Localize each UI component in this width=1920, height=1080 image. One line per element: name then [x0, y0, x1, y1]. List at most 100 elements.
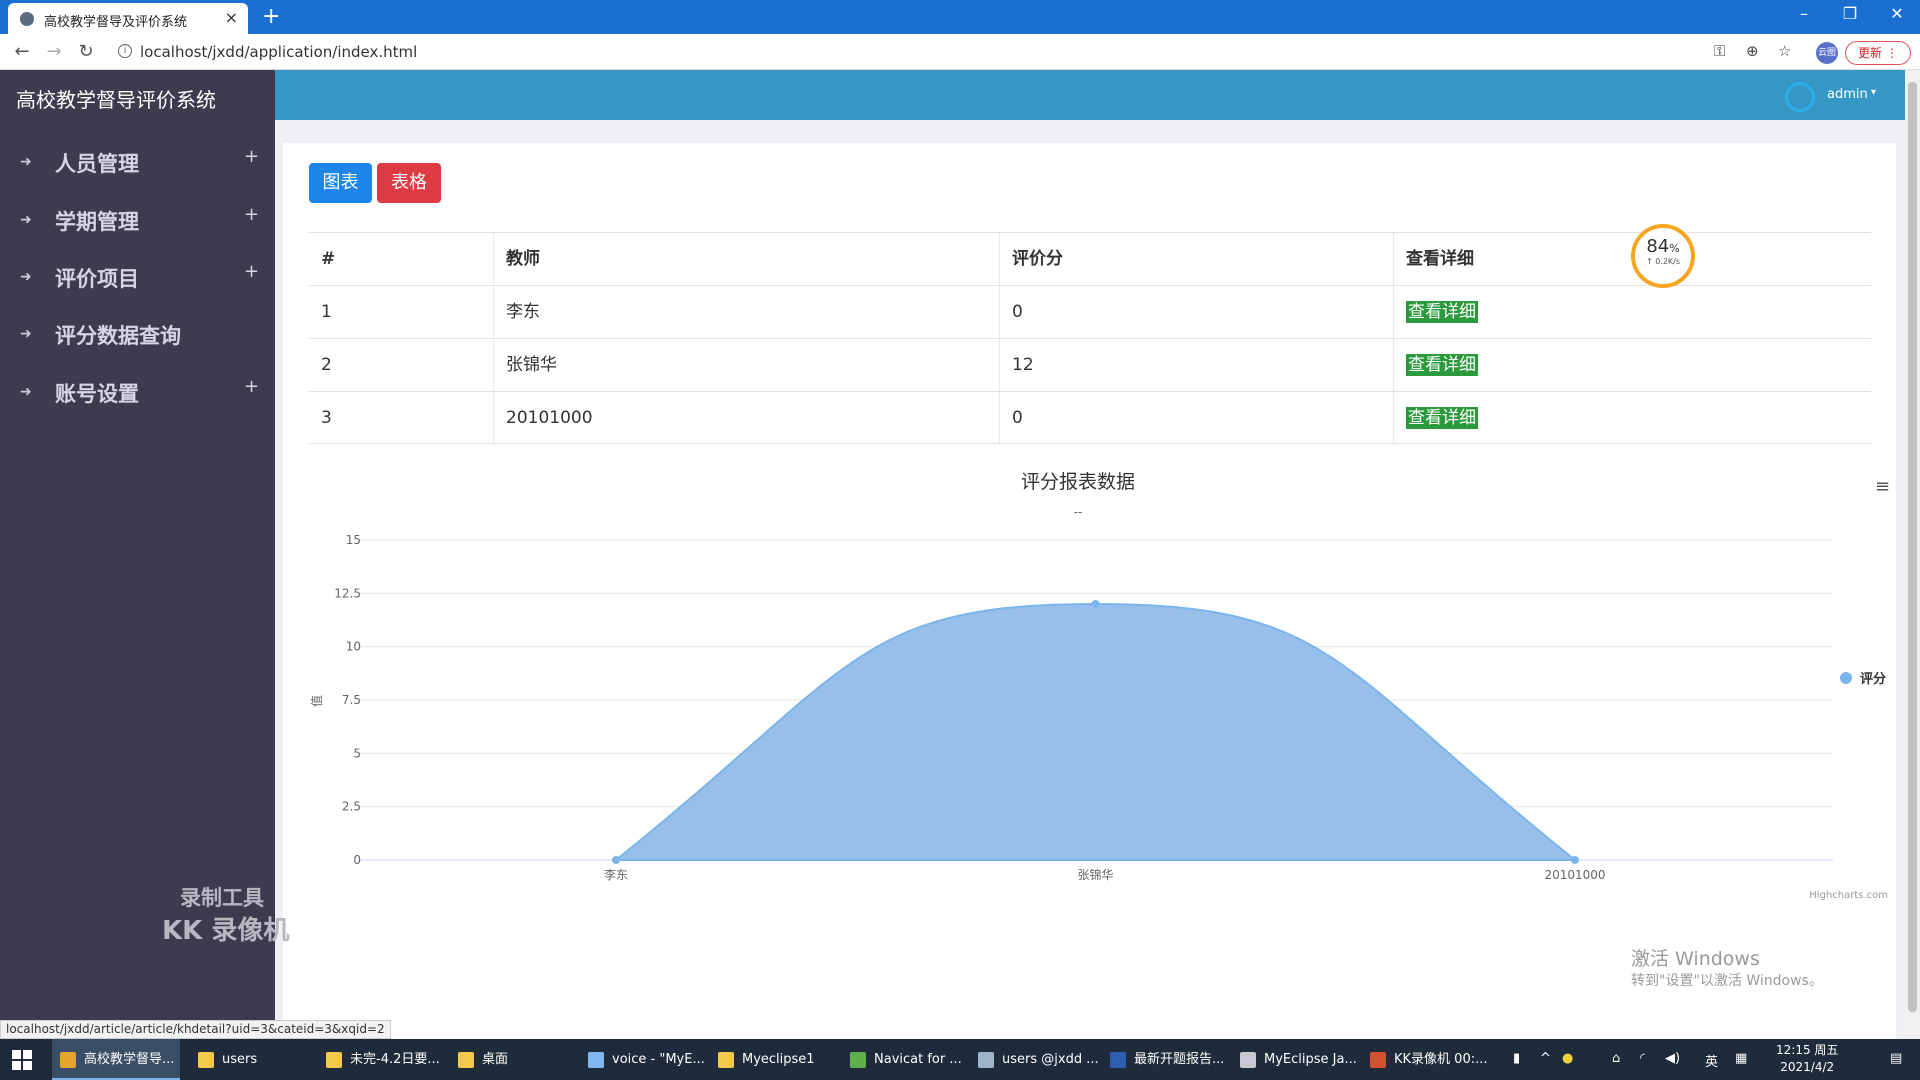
chart-button[interactable]: 图表: [309, 163, 372, 203]
notification-icon[interactable]: ▤: [1890, 1051, 1902, 1066]
app-icon: [60, 1051, 76, 1068]
plus-icon: +: [244, 204, 260, 225]
windows-taskbar: 高校教学督导... users 未完-4.2日要... 桌面 voice - "MyE.…: [0, 1039, 1920, 1080]
scrollbar-thumb[interactable]: [1908, 82, 1917, 1012]
app-icon: [718, 1051, 734, 1068]
data-point[interactable]: [1091, 600, 1100, 608]
top-header: admin ▾: [275, 70, 1905, 120]
data-point[interactable]: [1571, 856, 1579, 864]
score-value: 0: [1012, 408, 1023, 428]
browser-tab-bar: 高校教学督导及评价系统 × + – ❐ ✕: [0, 0, 1920, 34]
x-tick-label: 20101000: [1544, 868, 1605, 882]
arrow-right-icon: ➜: [20, 269, 32, 285]
new-tab-icon[interactable]: +: [262, 4, 280, 29]
restore-icon[interactable]: ❐: [1835, 4, 1865, 23]
table-row: 3 20101000 0 查看详细: [309, 391, 1871, 445]
taskbar-item[interactable]: KK录像机 00:...: [1362, 1039, 1490, 1080]
app-icon: [850, 1051, 866, 1068]
score-value: 0: [1012, 302, 1023, 322]
tray-app-icon[interactable]: ●: [1562, 1051, 1573, 1066]
column-header: 评价分: [1012, 249, 1063, 269]
reload-icon[interactable]: ↻: [74, 41, 98, 62]
taskbar-item[interactable]: users @jxdd ...: [970, 1039, 1099, 1080]
sidebar-item-account[interactable]: ➜ 账号设置 +: [0, 370, 275, 420]
y-tick-label: 0: [353, 853, 361, 867]
network-speed-widget[interactable]: 84% ↑ 0.2K/s: [1631, 224, 1695, 288]
profile-avatar[interactable]: 云图: [1816, 42, 1838, 64]
taskbar-item[interactable]: 高校教学督导...: [52, 1039, 180, 1080]
data-point[interactable]: [612, 856, 620, 864]
key-icon[interactable]: ⚿: [1714, 42, 1725, 60]
taskbar-item[interactable]: 未完-4.2日要...: [318, 1039, 446, 1080]
network-icon[interactable]: ⌂: [1612, 1051, 1620, 1066]
clock-date: 2021/4/2: [1780, 1060, 1835, 1074]
taskbar-item[interactable]: users: [190, 1039, 318, 1080]
minimize-icon[interactable]: –: [1789, 4, 1819, 23]
tab-close-icon[interactable]: ×: [225, 8, 238, 27]
table-button[interactable]: 表格: [377, 163, 441, 203]
chart-credits[interactable]: Highcharts.com: [1809, 890, 1888, 901]
clock[interactable]: 12:15 周五 2021/4/2: [1776, 1042, 1838, 1076]
view-detail-link[interactable]: 查看详细: [1406, 354, 1478, 376]
column-header: #: [321, 249, 336, 269]
sidebar-item-score-query[interactable]: ➜ 评分数据查询: [0, 312, 275, 362]
legend-marker[interactable]: [1840, 672, 1852, 684]
taskbar-item[interactable]: MyEclipse Ja...: [1232, 1039, 1360, 1080]
taskbar-item[interactable]: voice - "MyE...: [580, 1039, 708, 1080]
app-brand: 高校教学督导评价系统: [16, 88, 216, 112]
wifi-icon[interactable]: ◜: [1640, 1051, 1645, 1066]
keyboard-icon[interactable]: ▦: [1735, 1051, 1747, 1066]
taskbar-item-label: users @jxdd ...: [1002, 1052, 1099, 1067]
x-tick-label: 张锦华: [1077, 868, 1113, 882]
teacher-name: 20101000: [506, 408, 593, 428]
y-tick-label: 12.5: [334, 586, 361, 600]
chevron-down-icon[interactable]: ▾: [1871, 87, 1876, 98]
info-icon[interactable]: i: [118, 44, 132, 58]
back-icon[interactable]: ←: [10, 41, 34, 62]
teacher-name: 张锦华: [506, 355, 557, 375]
browser-tab[interactable]: 高校教学督导及评价系统 ×: [8, 3, 248, 34]
arrow-right-icon: ➜: [20, 154, 32, 170]
ime-indicator[interactable]: 英: [1705, 1051, 1718, 1070]
chart-menu-icon[interactable]: ≡: [1875, 476, 1890, 497]
address-bar: ← → ↻ i localhost/jxdd/application/index…: [0, 34, 1920, 70]
plus-icon: +: [244, 261, 260, 282]
sidebar-item-evaluation[interactable]: ➜ 评价项目 +: [0, 255, 275, 305]
volume-icon[interactable]: ◀): [1665, 1051, 1680, 1066]
windows-start-icon[interactable]: [12, 1050, 32, 1070]
zoom-icon[interactable]: ⊕: [1746, 42, 1759, 60]
url-field[interactable]: localhost/jxdd/application/index.html: [140, 43, 417, 61]
score-chart: 评分报表数据 -- 值 0 2.5 5 7.5 10 12.5 15 李东 张锦华 201010…: [309, 471, 1888, 901]
taskbar-item-label: 桌面: [482, 1052, 509, 1067]
taskbar-item[interactable]: Myeclipse1: [710, 1039, 838, 1080]
taskbar-item-label: 高校教学督导...: [84, 1052, 175, 1067]
sidebar-item-label: 人员管理: [55, 152, 139, 176]
taskbar-item[interactable]: 最新开题报告...: [1102, 1039, 1230, 1080]
view-detail-link[interactable]: 查看详细: [1406, 301, 1478, 323]
status-bar-url: localhost/jxdd/article/article/khdetail?…: [0, 1020, 391, 1039]
sidebar-item-personnel[interactable]: ➜ 人员管理 +: [0, 140, 275, 190]
area-series[interactable]: [613, 602, 1578, 861]
table-row: 1 李东 0 查看详细: [309, 285, 1871, 339]
tray-expand-icon[interactable]: ^: [1540, 1051, 1551, 1066]
user-name[interactable]: admin: [1827, 87, 1868, 102]
legend-item[interactable]: 评分: [1860, 671, 1886, 687]
speed-rate: ↑ 0.2K/s: [1645, 257, 1681, 266]
taskbar-item[interactable]: Navicat for ...: [842, 1039, 970, 1080]
window-close-icon[interactable]: ✕: [1882, 4, 1912, 23]
taskbar-item-label: Myeclipse1: [742, 1052, 815, 1067]
chart-subtitle: --: [1074, 505, 1083, 519]
page-scrollbar[interactable]: [1905, 70, 1920, 1039]
activation-subtitle: 转到"设置"以激活 Windows。: [1631, 973, 1823, 989]
taskbar-item[interactable]: 桌面: [450, 1039, 578, 1080]
battery-icon[interactable]: ▮: [1513, 1051, 1520, 1066]
view-detail-link[interactable]: 查看详细: [1406, 407, 1478, 429]
row-index: 1: [321, 302, 332, 322]
taskbar-item-label: 未完-4.2日要...: [350, 1052, 440, 1067]
taskbar-item-label: KK录像机 00:...: [1394, 1052, 1488, 1067]
forward-icon[interactable]: →: [42, 41, 66, 62]
star-icon[interactable]: ☆: [1778, 42, 1791, 60]
sidebar-item-semester[interactable]: ➜ 学期管理 +: [0, 198, 275, 248]
update-button[interactable]: 更新 ⋮: [1845, 41, 1911, 65]
user-avatar[interactable]: [1785, 82, 1815, 112]
